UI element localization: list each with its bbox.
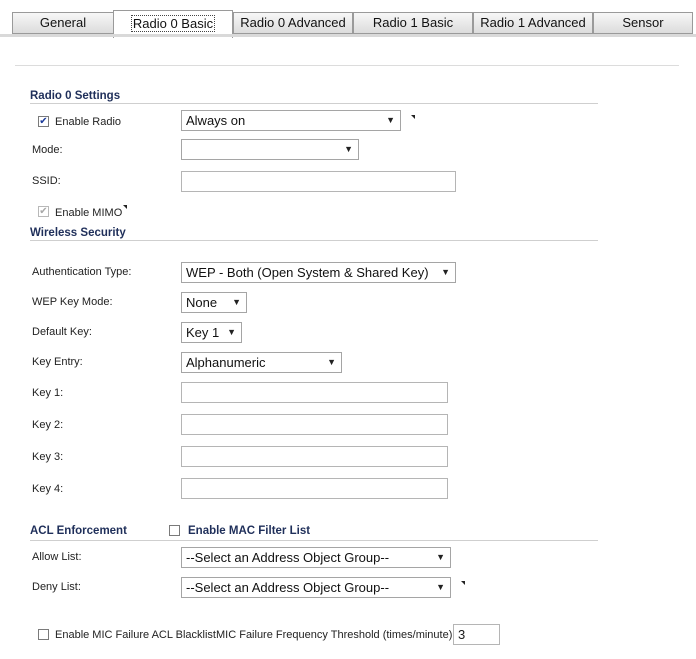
checkmark-icon: ✔ — [39, 206, 48, 217]
allow-list-select[interactable]: --Select an Address Object Group-- ▼ — [181, 547, 451, 568]
default-key-value: Key 1 — [186, 325, 220, 340]
chevron-down-icon: ▼ — [436, 552, 445, 562]
mode-label: Mode: — [32, 144, 63, 156]
chevron-down-icon: ▼ — [227, 327, 236, 337]
deny-list-select[interactable]: --Select an Address Object Group-- ▼ — [181, 577, 451, 598]
key-entry-value: Alphanumeric — [186, 355, 266, 370]
enable-mimo-label: Enable MIMO — [55, 207, 123, 219]
tab-radio-1-advanced[interactable]: Radio 1 Advanced — [473, 12, 593, 34]
deny-list-label: Deny List: — [32, 581, 81, 593]
radio-schedule-value: Always on — [186, 113, 246, 128]
key-3-label: Key 3: — [32, 451, 64, 463]
enable-mac-filter-checkbox[interactable] — [169, 525, 180, 536]
mode-select[interactable]: ▼ — [181, 139, 359, 160]
auth-type-value: WEP - Both (Open System & Shared Key) — [186, 265, 429, 280]
tab-radio-0-advanced[interactable]: Radio 0 Advanced — [233, 12, 353, 34]
default-key-label: Default Key: — [32, 326, 92, 338]
deny-list-value: --Select an Address Object Group-- — [186, 580, 390, 595]
chevron-down-icon: ▼ — [327, 357, 336, 367]
mic-threshold-input[interactable]: 3 — [453, 624, 500, 645]
tab-label: Radio 0 Basic — [130, 15, 216, 32]
key-2-label: Key 2: — [32, 419, 64, 431]
auth-type-select[interactable]: WEP - Both (Open System & Shared Key) ▼ — [181, 262, 456, 283]
key-1-label: Key 1: — [32, 387, 64, 399]
key-4-input[interactable] — [181, 478, 448, 499]
key-4-label: Key 4: — [32, 483, 64, 495]
mic-threshold-label: MIC Failure Frequency Threshold (times/m… — [216, 629, 456, 641]
mic-blacklist-label: Enable MIC Failure ACL Blacklist — [55, 629, 216, 641]
enable-mimo-checkbox[interactable]: ✔ — [38, 206, 49, 217]
auth-type-label: Authentication Type: — [32, 266, 132, 278]
tab-radio-1-basic[interactable]: Radio 1 Basic — [353, 12, 473, 34]
tab-label: Radio 1 Advanced — [480, 15, 586, 30]
checkmark-icon: ✔ — [39, 116, 48, 127]
chevron-down-icon: ▼ — [436, 582, 445, 592]
wep-key-mode-select[interactable]: None ▼ — [181, 292, 247, 313]
key-entry-label: Key Entry: — [32, 356, 83, 368]
section-divider — [30, 103, 598, 104]
ssid-input[interactable] — [181, 171, 456, 192]
tab-label: General — [39, 15, 87, 30]
chevron-down-icon: ▼ — [344, 144, 353, 154]
key-entry-select[interactable]: Alphanumeric ▼ — [181, 352, 342, 373]
help-triangle-icon[interactable] — [123, 205, 127, 209]
wep-key-mode-label: WEP Key Mode: — [32, 296, 113, 308]
tab-label: Radio 0 Advanced — [240, 15, 346, 30]
tab-general[interactable]: General — [12, 12, 114, 34]
help-triangle-icon[interactable] — [461, 581, 465, 585]
default-key-select[interactable]: Key 1 ▼ — [181, 322, 242, 343]
allow-list-label: Allow List: — [32, 551, 82, 563]
tab-bar-divider — [0, 34, 696, 37]
section-title-radio-settings: Radio 0 Settings — [30, 90, 121, 102]
section-divider — [30, 540, 598, 541]
radio-schedule-select[interactable]: Always on ▼ — [181, 110, 401, 131]
key-3-input[interactable] — [181, 446, 448, 467]
chevron-down-icon: ▼ — [441, 267, 450, 277]
content-top-divider — [15, 65, 679, 66]
tab-sensor[interactable]: Sensor — [593, 12, 693, 34]
chevron-down-icon: ▼ — [232, 297, 241, 307]
section-divider — [30, 240, 598, 241]
section-title-acl-enforcement: ACL Enforcement — [30, 525, 127, 537]
ssid-label: SSID: — [32, 175, 61, 187]
help-triangle-icon[interactable] — [411, 115, 415, 119]
allow-list-value: --Select an Address Object Group-- — [186, 550, 390, 565]
section-title-wireless-security: Wireless Security — [30, 227, 126, 239]
key-1-input[interactable] — [181, 382, 448, 403]
enable-mac-filter-label: Enable MAC Filter List — [188, 525, 311, 537]
tab-label: Radio 1 Basic — [372, 15, 454, 30]
chevron-down-icon: ▼ — [386, 115, 395, 125]
enable-radio-label: Enable Radio — [55, 116, 122, 128]
enable-radio-checkbox[interactable]: ✔ — [38, 116, 49, 127]
wep-key-mode-value: None — [186, 295, 218, 310]
tab-label: Sensor — [622, 15, 664, 30]
key-2-input[interactable] — [181, 414, 448, 435]
mic-blacklist-checkbox[interactable] — [38, 629, 49, 640]
tab-bar: General Radio 0 Basic Radio 0 Advanced R… — [0, 0, 696, 38]
